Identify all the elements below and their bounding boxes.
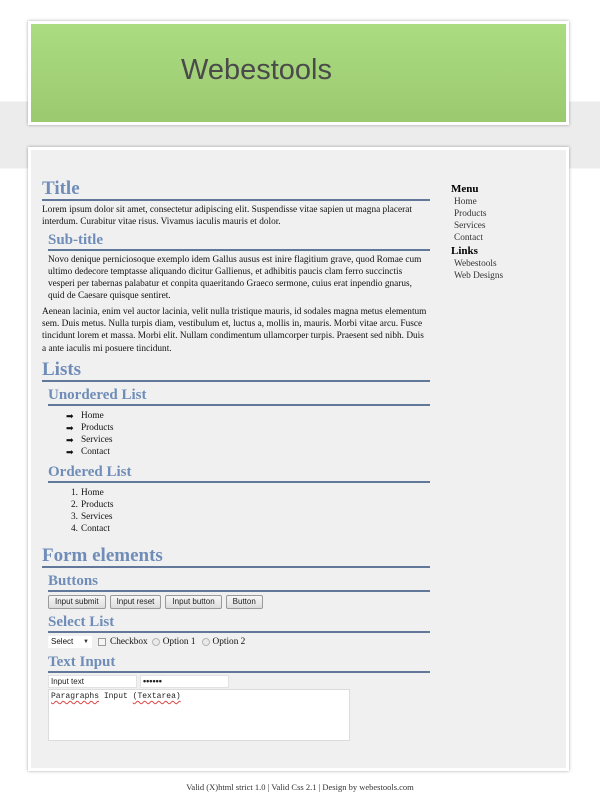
radio-option-1-label: Option 1 [162,636,196,647]
buttons-heading: Buttons [48,573,430,592]
radio-option-1[interactable] [151,637,160,646]
list-number: 1. [71,487,78,498]
list-number: 3. [71,511,78,522]
list-item: 2. Products [66,499,430,511]
list-item: ➡ Products [66,422,430,434]
arrow-right-icon: ➡ [66,422,74,433]
unordered-list: ➡ Home ➡ Products ➡ Services ➡ Contact [66,410,430,458]
main-panel: Title Lorem ipsum dolor sit amet, consec… [31,150,566,768]
list-item-label: Products [81,499,114,510]
textarea[interactable]: Paragraphs Input (Textarea) [48,688,350,741]
ordered-list: 1. Home 2. Products 3. Services 4. Contact [66,487,430,535]
footer: Valid (X)html strict 1.0 | Valid Css 2.1… [186,782,414,792]
intro-paragraph: Lorem ipsum dolor sit amet, consectetur … [42,205,412,228]
content: Title Lorem ipsum dolor sit amet, consec… [42,179,430,741]
textarea-word: (Textarea) [132,691,181,701]
list-item-label: Services [81,434,113,445]
sidebar: Menu Home Products Services Contact Link… [451,183,551,282]
unordered-list-heading: Unordered List [48,387,430,406]
list-item: 4. Contact [66,523,430,535]
text-input[interactable]: Input text [48,674,137,688]
sub-paragraph: Novo denique perniciosoque exemplo idem … [48,254,422,302]
select-list-heading: Select List [48,614,430,633]
sidebar-menu: Home Products Services Contact [454,196,551,244]
radio-option-2[interactable] [201,637,210,646]
sidebar-item-services[interactable]: Services [454,220,551,232]
password-input[interactable]: •••••• [140,674,229,688]
input-button-button[interactable]: Input button [165,594,222,609]
list-item: ➡ Contact [66,446,430,458]
radio-option-2-label: Option 2 [212,636,246,647]
lists-heading: Lists [42,359,430,382]
input-row: Input text •••••• [48,674,430,688]
sidebar-links-heading: Links [451,245,478,257]
list-item: 1. Home [66,487,430,499]
arrow-right-icon: ➡ [66,434,74,445]
sidebar-menu-heading: Menu [451,183,479,195]
sidebar-link-web-designs[interactable]: Web Designs [454,270,551,282]
textarea-word: Input [103,691,128,701]
list-item-label: Contact [81,523,110,534]
select-dropdown[interactable]: Select ▼ [48,635,92,648]
main-container: Title Lorem ipsum dolor sit amet, consec… [28,147,569,771]
checkbox-label: Checkbox [110,636,148,647]
header-banner: Webestools [31,24,566,122]
list-item-label: Contact [81,446,110,457]
form-elements-heading: Form elements [42,545,430,568]
input-reset-button[interactable]: Input reset [109,594,162,609]
site-title: Webestools [181,54,332,86]
paragraph-2: Aenean lacinia, enim vel auctor lacinia,… [42,306,427,354]
page-title: Title [42,179,430,201]
sidebar-link-webestools[interactable]: Webestools [454,258,551,270]
button-row: Input submit Input reset Input button Bu… [48,594,430,609]
list-item-label: Products [81,422,114,433]
sidebar-item-home[interactable]: Home [454,196,551,208]
ordered-list-heading: Ordered List [48,464,430,483]
sidebar-links: Webestools Web Designs [454,258,551,282]
sidebar-item-contact[interactable]: Contact [454,232,551,244]
select-value: Select [51,637,74,647]
list-item-label: Home [81,410,104,421]
button-button[interactable]: Button [225,594,263,609]
list-item: ➡ Home [66,410,430,422]
list-number: 4. [71,523,78,534]
arrow-right-icon: ➡ [66,446,74,457]
text-input-heading: Text Input [48,654,430,673]
subtitle: Sub-title [48,232,430,251]
checkbox[interactable] [98,637,106,646]
chevron-down-icon: ▼ [83,638,89,645]
list-item: 3. Services [66,511,430,523]
list-item-label: Services [81,511,113,522]
list-item: ➡ Services [66,434,430,446]
arrow-right-icon: ➡ [66,410,74,421]
list-item-label: Home [81,487,104,498]
header: Webestools [28,21,569,125]
textarea-word: Paragraphs [51,691,100,701]
list-number: 2. [71,499,78,510]
input-submit-button[interactable]: Input submit [48,594,106,609]
sidebar-item-products[interactable]: Products [454,208,551,220]
select-row: Select ▼ Checkbox Option 1 Option 2 [48,635,430,648]
